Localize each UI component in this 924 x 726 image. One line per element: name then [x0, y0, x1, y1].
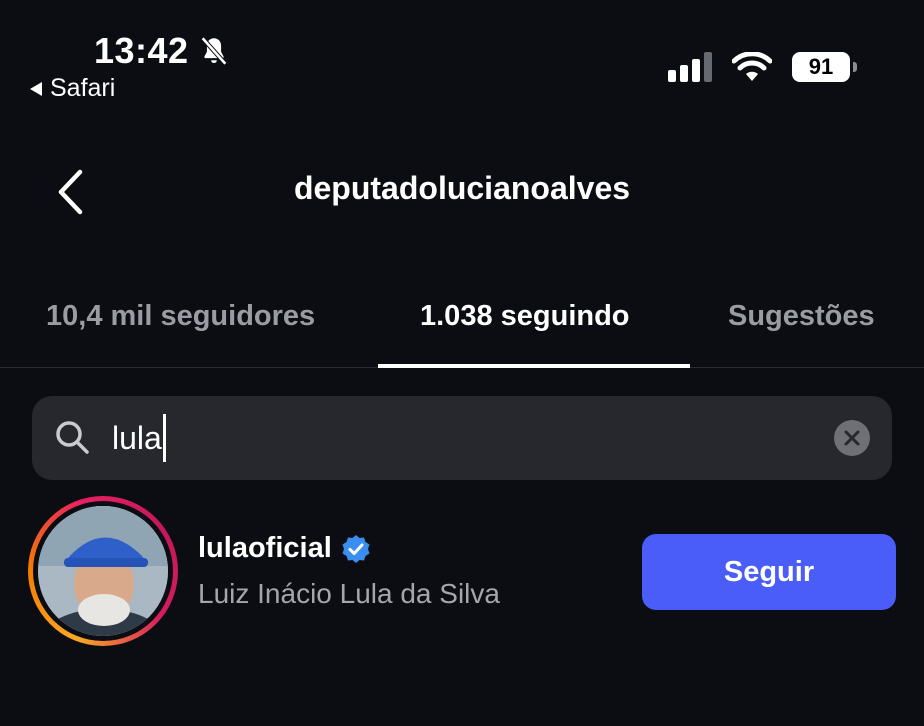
status-time: 13:42: [94, 30, 231, 72]
tab-followers[interactable]: 10,4 mil seguidores: [46, 300, 315, 333]
username-label: lulaoficial: [198, 532, 332, 564]
battery-icon: 91: [792, 52, 857, 82]
back-app-label: Safari: [50, 74, 116, 102]
bell-slash-icon: [200, 36, 227, 66]
list-item[interactable]: lulaoficial Luiz Inácio Lula da Silva Se…: [0, 496, 924, 646]
tab-suggestions[interactable]: Sugestões: [728, 300, 875, 333]
text-caret: [162, 414, 166, 462]
search-icon: [56, 421, 89, 454]
cellular-signal-icon: [668, 52, 712, 82]
time-label: 13:42: [94, 30, 189, 71]
status-indicators: 91: [668, 52, 857, 82]
tab-bar: 10,4 mil seguidores 1.038 seguindo Suges…: [0, 290, 924, 368]
clear-icon: [844, 430, 860, 446]
full-name: Luiz Inácio Lula da Silva: [198, 578, 500, 609]
story-ring[interactable]: [28, 496, 178, 646]
screen: 13:42 Safari 91 deputadolucianoalves 10,…: [0, 0, 924, 726]
wifi-icon: [732, 52, 772, 81]
back-to-app-link[interactable]: Safari: [30, 74, 115, 103]
page-title: deputadolucianoalves: [293, 170, 631, 206]
avatar-image: [38, 506, 168, 636]
active-tab-indicator: [378, 364, 690, 368]
search-input-value: lula: [112, 419, 162, 456]
verified-badge-icon: [342, 534, 370, 563]
search-input[interactable]: lula: [112, 414, 834, 462]
follow-button[interactable]: Seguir: [642, 534, 896, 610]
clear-search-button[interactable]: [834, 420, 870, 456]
avatar[interactable]: [38, 506, 168, 636]
tab-following[interactable]: 1.038 seguindo: [420, 300, 630, 333]
username[interactable]: lulaoficial: [198, 532, 372, 565]
back-triangle-icon: [30, 81, 42, 96]
battery-level: 91: [808, 54, 834, 79]
search-bar[interactable]: lula: [32, 396, 892, 480]
